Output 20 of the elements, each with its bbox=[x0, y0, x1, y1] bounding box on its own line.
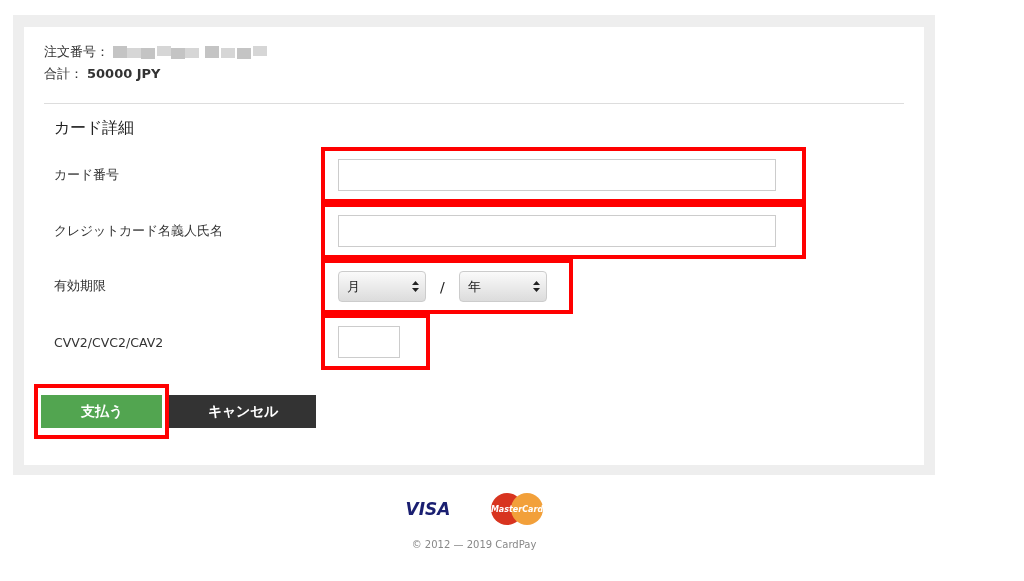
field-label: CVV2/CVC2/CAV2 bbox=[53, 334, 165, 350]
copyright-text: © 2012 — 2019 CardPay bbox=[411, 539, 537, 550]
up-down-arrows-icon bbox=[412, 281, 419, 292]
total-label: 合計： bbox=[44, 65, 83, 83]
card-logo: MasterCard bbox=[491, 493, 543, 525]
cancel-button[interactable]: キャンセル bbox=[169, 395, 316, 428]
section-title: カード詳細 bbox=[54, 118, 135, 139]
input-field[interactable] bbox=[338, 326, 400, 358]
up-down-arrows-icon bbox=[532, 281, 540, 292]
field-label: 有効期限 bbox=[53, 278, 107, 295]
separator-text: / bbox=[440, 278, 445, 295]
card-logo: VISA bbox=[405, 499, 451, 519]
total-amount: 50000 JPY bbox=[87, 65, 161, 83]
month-select[interactable]: 月 bbox=[338, 271, 426, 302]
input-field[interactable] bbox=[338, 215, 776, 247]
year-select[interactable]: 年 bbox=[458, 271, 547, 302]
field-label: カード番号 bbox=[53, 166, 120, 184]
field-label: クレジットカード名義人氏名 bbox=[53, 222, 224, 240]
order-number-label: 注文番号： bbox=[44, 43, 109, 61]
input-field[interactable] bbox=[338, 159, 776, 191]
